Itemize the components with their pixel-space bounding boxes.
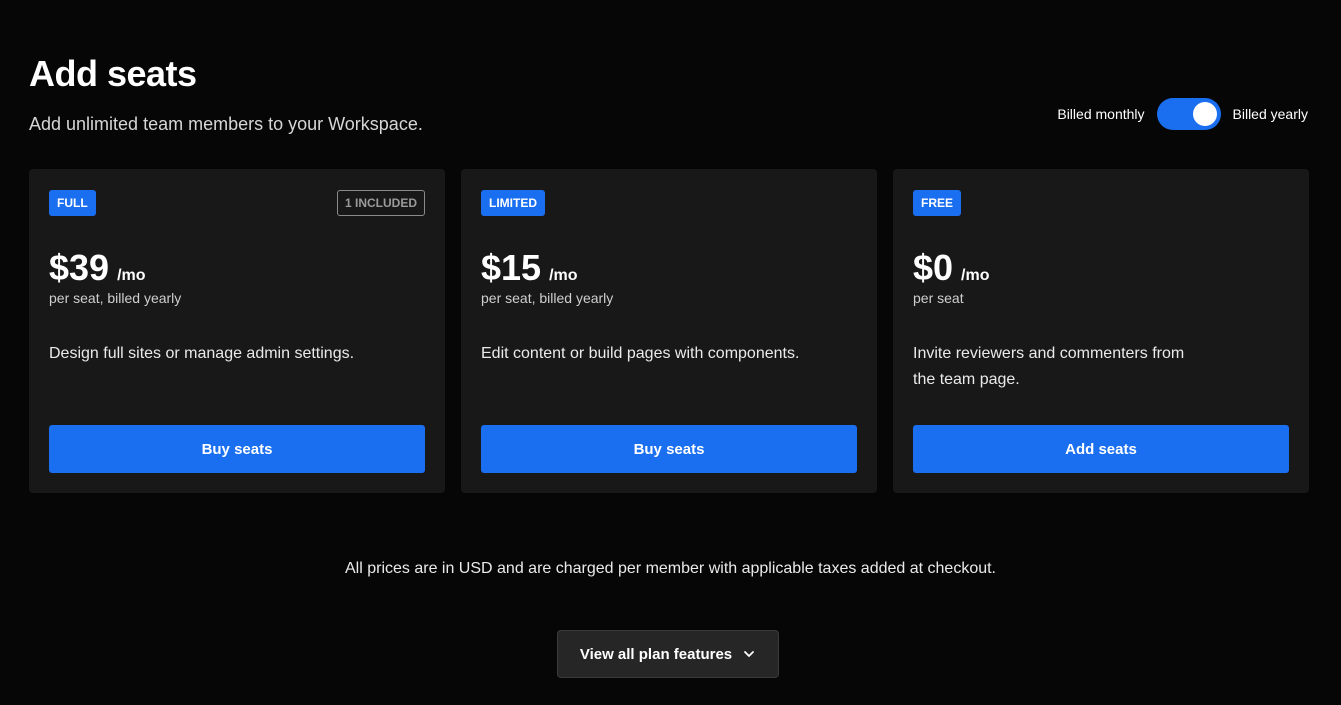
view-plan-features-button[interactable]: View all plan features: [557, 630, 779, 678]
add-seats-page: Add seats Add unlimited team members to …: [0, 0, 1341, 705]
price-note: per seat, billed yearly: [481, 290, 614, 306]
included-badge: 1 INCLUDED: [336, 190, 425, 216]
plan-cards: FULL 1 INCLUDED $39 /mo per seat, billed…: [29, 169, 1309, 493]
price-period: /mo: [549, 267, 578, 284]
chevron-down-icon: [742, 647, 756, 661]
price-row: $15 /mo: [481, 247, 578, 289]
add-seats-button-free[interactable]: Add seats: [913, 425, 1289, 473]
plan-price: $15: [481, 247, 542, 288]
plan-card-full: FULL 1 INCLUDED $39 /mo per seat, billed…: [29, 169, 445, 493]
billed-yearly-label[interactable]: Billed yearly: [1233, 106, 1308, 122]
price-note: per seat: [913, 290, 964, 306]
billing-toggle-group: Billed monthly Billed yearly: [1057, 98, 1308, 130]
billed-monthly-label[interactable]: Billed monthly: [1057, 106, 1144, 122]
plan-price: $0: [913, 247, 954, 288]
plan-card-limited: LIMITED $15 /mo per seat, billed yearly …: [461, 169, 877, 493]
price-period: /mo: [961, 267, 990, 284]
plan-description: Design full sites or manage admin settin…: [49, 345, 355, 362]
price-note: per seat, billed yearly: [49, 290, 182, 306]
buy-seats-button-limited[interactable]: Buy seats: [481, 425, 857, 473]
price-period: /mo: [117, 267, 146, 284]
plan-card-free: FREE $0 /mo per seat Invite reviewers an…: [893, 169, 1309, 493]
buy-seats-button-full[interactable]: Buy seats: [49, 425, 425, 473]
plan-badge: FULL: [49, 190, 96, 216]
plan-price: $39: [49, 247, 110, 288]
toggle-knob: [1192, 102, 1217, 126]
billing-period-toggle[interactable]: [1156, 98, 1221, 130]
view-plan-features-label: View all plan features: [579, 645, 733, 663]
page-subtitle: Add unlimited team members to your Works…: [29, 114, 423, 134]
price-row: $39 /mo: [49, 247, 146, 289]
page-title: Add seats: [29, 53, 197, 94]
plan-badge: LIMITED: [481, 190, 545, 216]
plan-description: Edit content or build pages with compone…: [481, 345, 800, 362]
plan-badge: FREE: [913, 190, 962, 216]
pricing-footnote: All prices are in USD and are charged pe…: [344, 560, 996, 577]
plan-description: Invite reviewers and commenters from the…: [913, 345, 1185, 388]
price-row: $0 /mo: [913, 247, 990, 289]
